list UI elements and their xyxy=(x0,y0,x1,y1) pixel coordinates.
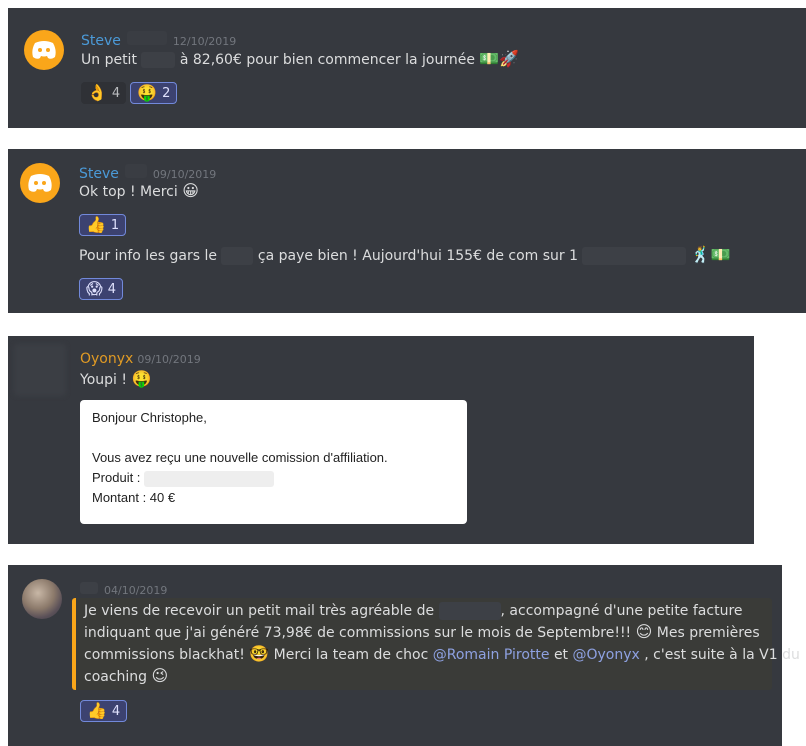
avatar[interactable] xyxy=(22,579,62,619)
message-text-2: Pour info les gars le ça paye bien ! Auj… xyxy=(79,245,731,265)
email-body: Vous avez reçu une nouvelle comission d'… xyxy=(92,450,388,465)
reactions: 👍 1 xyxy=(79,214,127,236)
money-icon: 💵 xyxy=(710,245,731,264)
redacted-text xyxy=(438,602,501,620)
timestamp: 09/10/2019 xyxy=(137,353,201,366)
quote-block: Je viens de recevoir un petit mail très … xyxy=(72,598,800,690)
message-card-4: 04/10/2019 Je viens de recevoir un petit… xyxy=(8,565,800,746)
nerd-face-icon: 🤓 xyxy=(249,644,270,663)
message-text: Un petit à 82,60€ pour bien commencer la… xyxy=(81,49,520,68)
timestamp: 04/10/2019 xyxy=(104,584,168,597)
discord-logo-icon xyxy=(32,41,56,59)
message-text: Ok top ! Merci 😀 xyxy=(79,181,199,201)
reaction-thumbs-up[interactable]: 👍 4 xyxy=(80,700,128,722)
thumbs-up-icon: 👍 xyxy=(86,215,106,234)
ok-hand-icon: 👌 xyxy=(87,83,107,102)
message-card-3: Oyonyx 09/10/2019 Youpi ! 🤑 Bonjour Chri… xyxy=(8,336,754,544)
timestamp: 12/10/2019 xyxy=(172,35,237,48)
reactions: 👍 4 xyxy=(80,700,128,722)
redacted-tag xyxy=(126,31,167,45)
money-icon: 💵 xyxy=(479,49,500,68)
reactions: 👌 4 🤑 2 xyxy=(81,82,178,104)
reactions: 😱 4 xyxy=(79,278,123,300)
redacted-tag xyxy=(124,164,147,178)
redacted-text xyxy=(221,247,254,265)
avatar[interactable] xyxy=(24,30,64,70)
mention-romain[interactable]: @Romain Pirotte xyxy=(433,647,550,663)
smiling-face-icon: 😊 xyxy=(635,622,653,641)
rocket-icon: 🚀 xyxy=(499,49,520,68)
winking-face-icon: 😉 xyxy=(151,666,169,685)
email-screenshot: Bonjour Christophe, Vous avez reçu une n… xyxy=(80,400,467,524)
reaction-scream[interactable]: 😱 4 xyxy=(79,278,123,300)
reaction-thumbs-up[interactable]: 👍 1 xyxy=(79,214,127,236)
dancer-icon: 🕺 xyxy=(690,245,711,264)
reaction-ok[interactable]: 👌 4 xyxy=(81,82,127,104)
thumbs-up-icon: 👍 xyxy=(87,701,107,720)
redacted-username xyxy=(80,582,98,594)
message-card-1: Steve 12/10/2019 Un petit à 82,60€ pour … xyxy=(8,8,806,128)
message-text: Youpi ! 🤑 xyxy=(80,369,152,389)
mention-oyonyx[interactable]: @Oyonyx xyxy=(573,647,640,663)
redacted-text xyxy=(141,52,176,68)
redacted-text xyxy=(144,470,275,487)
grinning-face-icon: 😀 xyxy=(182,181,199,200)
discord-logo-icon xyxy=(28,174,52,192)
money-face-icon: 🤑 xyxy=(137,83,158,102)
username[interactable]: Steve xyxy=(81,33,121,49)
screaming-face-icon: 😱 xyxy=(86,279,103,298)
redacted-text xyxy=(582,247,687,265)
username[interactable]: Oyonyx xyxy=(80,351,133,367)
timestamp: 09/10/2019 xyxy=(152,168,217,181)
avatar[interactable] xyxy=(20,163,60,203)
email-product: Produit : xyxy=(92,468,455,488)
message-card-2: Steve 09/10/2019 Ok top ! Merci 😀 👍 1 Pou… xyxy=(8,149,806,313)
money-face-icon: 🤑 xyxy=(131,369,152,388)
reaction-money-face[interactable]: 🤑 2 xyxy=(130,82,178,104)
email-greeting: Bonjour Christophe, xyxy=(92,410,207,425)
avatar[interactable] xyxy=(14,344,66,396)
email-amount: Montant : 40 € xyxy=(92,490,176,505)
username[interactable]: Steve xyxy=(79,166,119,182)
